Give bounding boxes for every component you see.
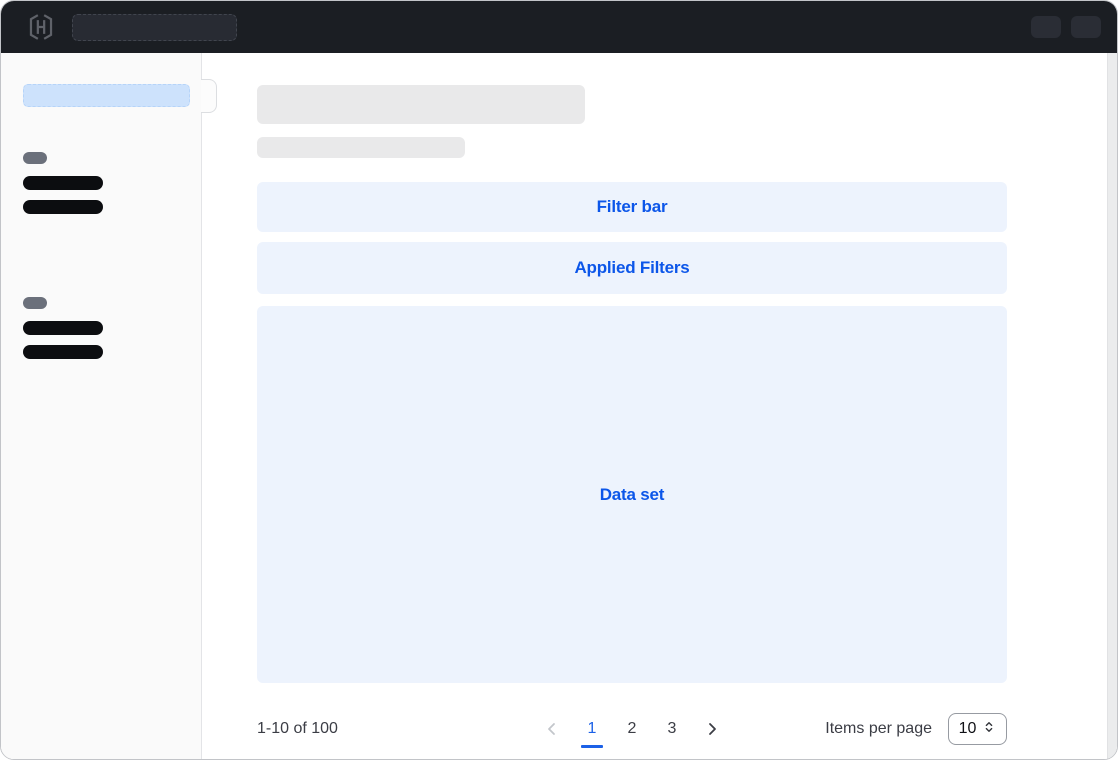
data-set-label: Data set bbox=[600, 485, 665, 505]
sidebar-section-label-placeholder bbox=[23, 297, 47, 309]
page-body: Filter bar Applied Filters Data set 1-10… bbox=[1, 53, 1117, 760]
sidebar-nav-item-placeholder[interactable] bbox=[23, 345, 103, 359]
unfold-caret-icon bbox=[982, 720, 996, 739]
chevron-right-icon[interactable] bbox=[699, 714, 725, 744]
sidebar-section bbox=[23, 152, 103, 224]
items-per-page-label: Items per page bbox=[825, 720, 932, 738]
sidebar-nav-item-placeholder[interactable] bbox=[23, 200, 103, 214]
sidebar bbox=[1, 53, 202, 760]
nav-action-placeholder[interactable] bbox=[1031, 16, 1061, 38]
page-button-3[interactable]: 3 bbox=[659, 714, 685, 744]
sidebar-section bbox=[23, 297, 103, 369]
pagination-pages: 1 2 3 bbox=[539, 714, 725, 744]
pagination: 1-10 of 100 1 2 3 bbox=[257, 705, 1007, 753]
main-content: Filter bar Applied Filters Data set 1-10… bbox=[257, 53, 1007, 760]
sidebar-section-label-placeholder bbox=[23, 152, 47, 164]
chevron-left-icon[interactable] bbox=[539, 714, 565, 744]
items-per-page: Items per page 10 bbox=[825, 713, 1007, 745]
scrollbar-track[interactable] bbox=[1107, 53, 1117, 760]
data-set-region: Data set bbox=[257, 306, 1007, 683]
page-subtitle-placeholder bbox=[257, 137, 465, 158]
hashicorp-logo-icon bbox=[28, 13, 54, 41]
items-per-page-select[interactable]: 10 bbox=[948, 713, 1007, 745]
sidebar-selected-item-placeholder[interactable] bbox=[23, 84, 190, 107]
filter-bar-region: Filter bar bbox=[257, 182, 1007, 232]
top-navbar bbox=[1, 1, 1117, 53]
sidebar-collapse-handle[interactable] bbox=[201, 79, 217, 113]
page-title-placeholder bbox=[257, 85, 585, 124]
items-per-page-value: 10 bbox=[959, 720, 977, 738]
sidebar-nav-item-placeholder[interactable] bbox=[23, 321, 103, 335]
sidebar-nav-item-placeholder[interactable] bbox=[23, 176, 103, 190]
page-button-2[interactable]: 2 bbox=[619, 714, 645, 744]
pagination-range-text: 1-10 of 100 bbox=[257, 720, 338, 738]
filter-bar-label: Filter bar bbox=[597, 197, 668, 217]
applied-filters-region: Applied Filters bbox=[257, 242, 1007, 294]
nav-action-placeholder[interactable] bbox=[1071, 16, 1101, 38]
page-button-1[interactable]: 1 bbox=[579, 714, 605, 744]
app-window: Filter bar Applied Filters Data set 1-10… bbox=[0, 0, 1118, 760]
nav-menu-placeholder[interactable] bbox=[72, 14, 237, 41]
navbar-actions bbox=[1031, 16, 1101, 38]
applied-filters-label: Applied Filters bbox=[574, 258, 689, 278]
